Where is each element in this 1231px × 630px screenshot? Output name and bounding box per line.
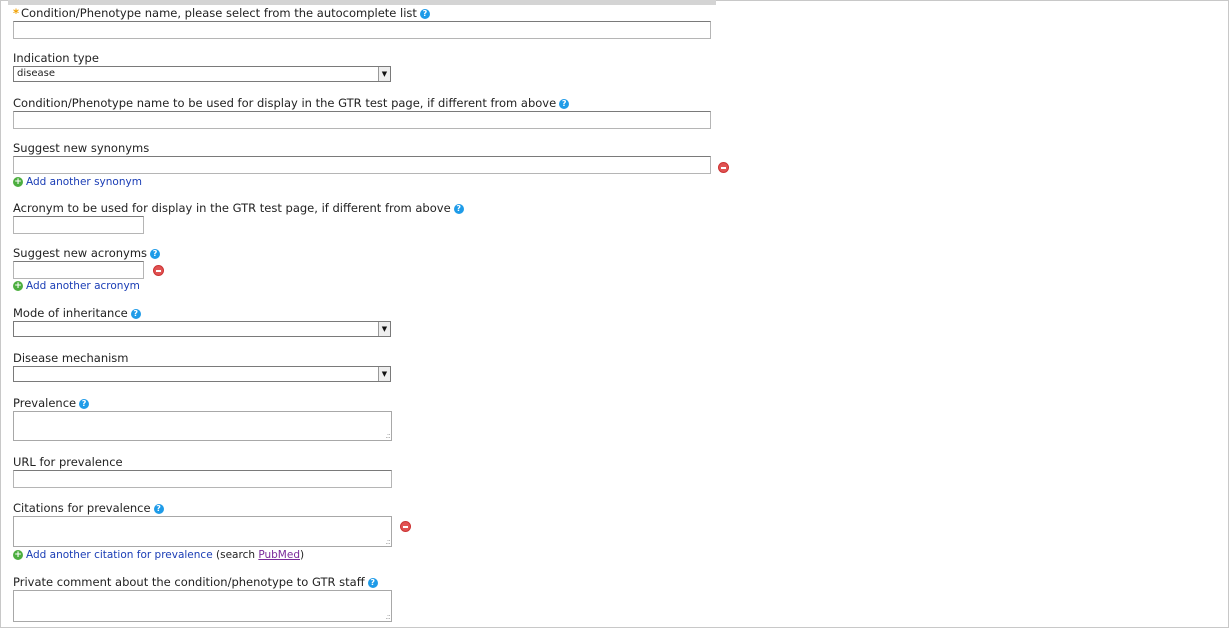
add-synonym-link[interactable]: + Add another synonym (13, 176, 142, 189)
citations-label-text: Citations for prevalence (13, 501, 151, 515)
plus-circle-icon[interactable]: + (13, 550, 23, 560)
inheritance-select[interactable]: ▼ (13, 321, 391, 337)
help-icon[interactable]: ? (367, 577, 378, 588)
display-name-label: Condition/Phenotype name to be used for … (13, 96, 570, 110)
add-synonym-label: Add another synonym (26, 176, 142, 188)
acronym-input[interactable] (13, 261, 144, 279)
plus-circle-icon: + (13, 281, 23, 291)
chevron-down-icon[interactable]: ▼ (378, 67, 390, 81)
add-citation-row: + Add another citation for prevalence (se… (13, 549, 304, 562)
resize-grip-icon[interactable]: .:: (385, 538, 391, 546)
indication-type-select[interactable]: disease ▼ (13, 66, 391, 82)
condition-name-label-text: Condition/Phenotype name, please select … (21, 6, 417, 20)
indication-type-selected: disease (17, 68, 55, 79)
prevalence-url-input[interactable] (13, 470, 392, 488)
citations-label: Citations for prevalence? (13, 501, 164, 515)
remove-citation-icon[interactable] (400, 521, 411, 532)
top-bar (8, 0, 716, 5)
indication-type-label: Indication type (13, 51, 99, 65)
prevalence-textarea[interactable]: .:: (13, 411, 392, 441)
search-suffix: ) (300, 549, 305, 561)
inheritance-label: Mode of inheritance? (13, 306, 141, 320)
synonym-input[interactable] (13, 156, 711, 174)
search-prefix: (search (216, 549, 259, 561)
add-acronym-label: Add another acronym (26, 280, 140, 292)
condition-name-input[interactable] (13, 21, 711, 39)
acronym-display-label: Acronym to be used for display in the GT… (13, 201, 464, 215)
help-icon[interactable]: ? (559, 98, 570, 109)
inheritance-label-text: Mode of inheritance (13, 306, 128, 320)
remove-acronym-icon[interactable] (153, 265, 164, 276)
display-name-label-text: Condition/Phenotype name to be used for … (13, 96, 557, 110)
display-name-input[interactable] (13, 111, 711, 129)
private-comment-textarea[interactable]: .:: (13, 590, 392, 622)
help-icon[interactable]: ? (150, 248, 161, 259)
chevron-down-icon[interactable]: ▼ (378, 367, 390, 381)
mechanism-label: Disease mechanism (13, 351, 129, 365)
resize-grip-icon[interactable]: .:: (385, 432, 391, 440)
resize-grip-icon[interactable]: .:: (385, 613, 391, 621)
prevalence-label: Prevalence? (13, 396, 90, 410)
acronyms-label-text: Suggest new acronyms (13, 246, 148, 260)
chevron-down-icon[interactable]: ▼ (378, 322, 390, 336)
add-acronym-link[interactable]: + Add another acronym (13, 280, 140, 293)
citation-textarea[interactable]: .:: (13, 516, 392, 547)
pubmed-link[interactable]: PubMed (258, 549, 300, 561)
help-icon[interactable]: ? (79, 398, 90, 409)
remove-synonym-icon[interactable] (718, 162, 729, 173)
plus-circle-icon: + (13, 177, 23, 187)
add-citation-link[interactable]: Add another citation for prevalence (26, 549, 213, 561)
help-icon[interactable]: ? (419, 8, 430, 19)
private-comment-label: Private comment about the condition/phen… (13, 575, 378, 589)
condition-name-label: * Condition/Phenotype name, please select… (13, 6, 430, 20)
help-icon[interactable]: ? (130, 308, 141, 319)
acronym-display-input[interactable] (13, 216, 144, 234)
private-comment-label-text: Private comment about the condition/phen… (13, 575, 365, 589)
prevalence-url-label: URL for prevalence (13, 455, 123, 469)
acronyms-label: Suggest new acronyms? (13, 246, 161, 260)
prevalence-label-text: Prevalence (13, 396, 77, 410)
acronym-display-label-text: Acronym to be used for display in the GT… (13, 201, 451, 215)
synonyms-label: Suggest new synonyms (13, 141, 150, 155)
help-icon[interactable]: ? (453, 203, 464, 214)
required-marker: * (13, 6, 20, 20)
mechanism-select[interactable]: ▼ (13, 366, 391, 382)
help-icon[interactable]: ? (153, 503, 164, 514)
